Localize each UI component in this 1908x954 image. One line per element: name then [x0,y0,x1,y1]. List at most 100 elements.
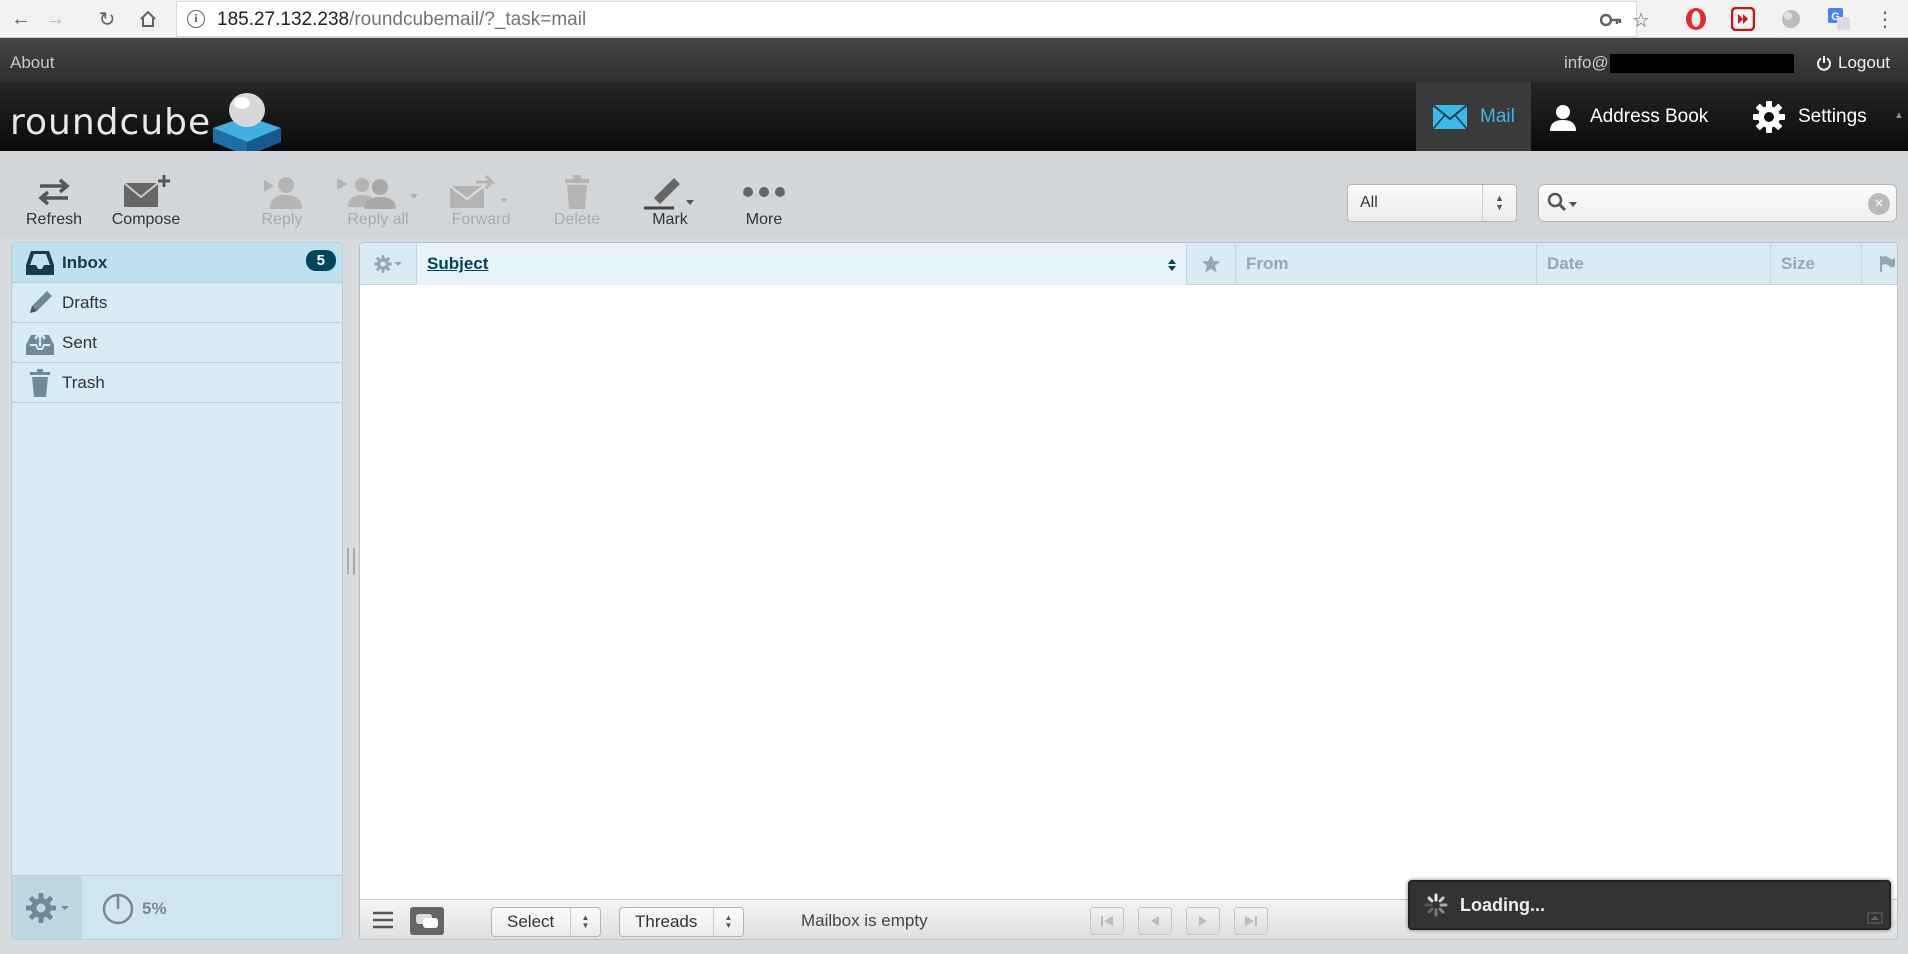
spinner-icon [1424,893,1448,917]
topline-bar: About info@ Logout [0,38,1908,82]
reload-icon[interactable]: ↻ [92,4,122,34]
reply-all-label: Reply all [347,211,409,228]
message-count: Mailbox is empty [801,911,928,930]
bookmark-star-icon[interactable]: ☆ [1629,8,1653,32]
gear-icon [26,893,56,923]
site-info-icon[interactable]: i [187,10,205,28]
cloud-extension-icon[interactable] [1778,6,1804,32]
folder-actions-button[interactable] [12,876,82,939]
message-list: Subject From Date Size Select ▲ ▼ Thread… [359,242,1898,940]
unread-count-badge: 5 [305,250,336,271]
browser-toolbar: ← → ↻ i 185.27.132.238/roundcubemail/?_t… [0,0,1908,38]
expand-icon[interactable] [1867,912,1883,924]
gear-icon [374,255,392,273]
flag-icon [1879,256,1895,272]
first-page-icon [1101,916,1113,926]
delete-button[interactable]: Delete [552,173,602,235]
forward-label: Forward [451,211,511,228]
folder-trash[interactable]: Trash [12,363,342,403]
column-subject-label: Subject [427,254,489,273]
task-settings-label: Settings [1798,105,1867,127]
threads-menu[interactable]: Threads ▲ ▼ [619,907,744,937]
quota-display: 5% [102,893,167,925]
column-date-label: Date [1547,254,1584,273]
first-page-button[interactable] [1090,907,1124,935]
home-icon[interactable] [133,4,163,34]
loading-text: Loading... [1460,894,1545,915]
filter-select[interactable]: All ▲ ▼ [1347,184,1517,222]
about-link[interactable]: About [10,53,54,73]
more-dots-icon [741,173,787,211]
refresh-label: Refresh [25,211,83,228]
refresh-button[interactable]: Refresh [24,173,84,235]
logout-label: Logout [1838,53,1890,72]
sort-arrows-icon [1168,259,1176,271]
collapse-header-icon[interactable]: ▲ [1894,110,1904,121]
more-button[interactable]: More [734,173,794,235]
browser-menu-icon[interactable]: ⋮ [1870,4,1900,34]
roundcube-logo[interactable]: roundcube [10,86,285,158]
column-flag[interactable] [1862,243,1897,285]
filter-selected-value: All [1360,194,1378,211]
task-settings[interactable]: Settings [1736,82,1883,151]
address-bar[interactable]: i 185.27.132.238/roundcubemail/?_task=ma… [176,1,1650,37]
highlighter-icon [640,173,700,211]
logout-button[interactable]: Logout [1816,53,1890,73]
loading-notification: Loading... [1408,880,1891,930]
column-subject[interactable]: Subject [417,243,1187,285]
select-arrows-icon: ▲ ▼ [713,908,743,936]
folder-sent[interactable]: Sent [12,323,342,363]
prev-page-button[interactable] [1138,907,1172,935]
mail-icon [1432,103,1468,129]
column-size[interactable]: Size [1771,243,1862,285]
reply-icon [258,173,306,211]
user-email: info@ [1564,53,1609,72]
folder-footer: 5% [12,875,342,939]
quota-percent: 5% [142,899,167,918]
column-from-label: From [1246,254,1289,273]
task-mail[interactable]: Mail [1416,82,1531,151]
reply-button[interactable]: Reply [254,173,310,235]
list-menu-icon[interactable] [372,911,394,934]
column-from[interactable]: From [1236,243,1537,285]
forward-button[interactable]: Forward [446,173,516,235]
message-list-header: Subject From Date Size [360,243,1897,285]
threads-toggle-icon[interactable] [410,907,444,935]
pane-splitter[interactable] [347,548,355,574]
forward-mail-icon [446,173,516,211]
media-extension-icon[interactable] [1730,6,1756,32]
search-icon[interactable] [1547,192,1583,214]
password-key-icon[interactable] [1599,8,1623,32]
column-flagged[interactable] [1187,243,1236,285]
search-reset-icon[interactable]: × [1868,193,1890,215]
task-addressbook[interactable]: Address Book [1532,82,1724,151]
select-menu-label: Select [507,912,555,931]
list-options-button[interactable] [360,243,417,285]
next-page-button[interactable] [1186,907,1220,935]
back-icon[interactable]: ← [6,4,36,34]
opera-extension-icon[interactable] [1683,6,1709,32]
compose-icon [122,173,170,211]
translate-extension-icon[interactable]: G [1826,6,1852,32]
refresh-icon [36,173,72,211]
threads-menu-label: Threads [635,912,698,931]
folder-inbox[interactable]: Inbox 5 [12,243,342,283]
person-icon [1550,104,1576,131]
quota-pie-icon [102,893,134,925]
mark-button[interactable]: Mark [640,173,700,235]
column-date[interactable]: Date [1537,243,1771,285]
star-icon [1202,255,1220,273]
folder-drafts[interactable]: Drafts [12,283,342,323]
reply-all-button[interactable]: Reply all [334,173,422,235]
logo-text: roundcube [10,101,212,143]
forward-icon[interactable]: → [40,4,70,34]
compose-button[interactable]: Compose [108,173,184,235]
app-header: roundcube Mail Address Book Settings ▲ [0,82,1908,156]
message-toolbar: Refresh Compose Reply Reply all Forward … [0,151,1908,239]
select-menu[interactable]: Select ▲ ▼ [491,907,601,937]
chevron-down-icon [61,906,69,910]
search-input[interactable]: × [1538,184,1897,222]
select-arrows-icon: ▲ ▼ [570,908,600,936]
more-label: More [745,211,783,228]
last-page-button[interactable] [1234,907,1268,935]
